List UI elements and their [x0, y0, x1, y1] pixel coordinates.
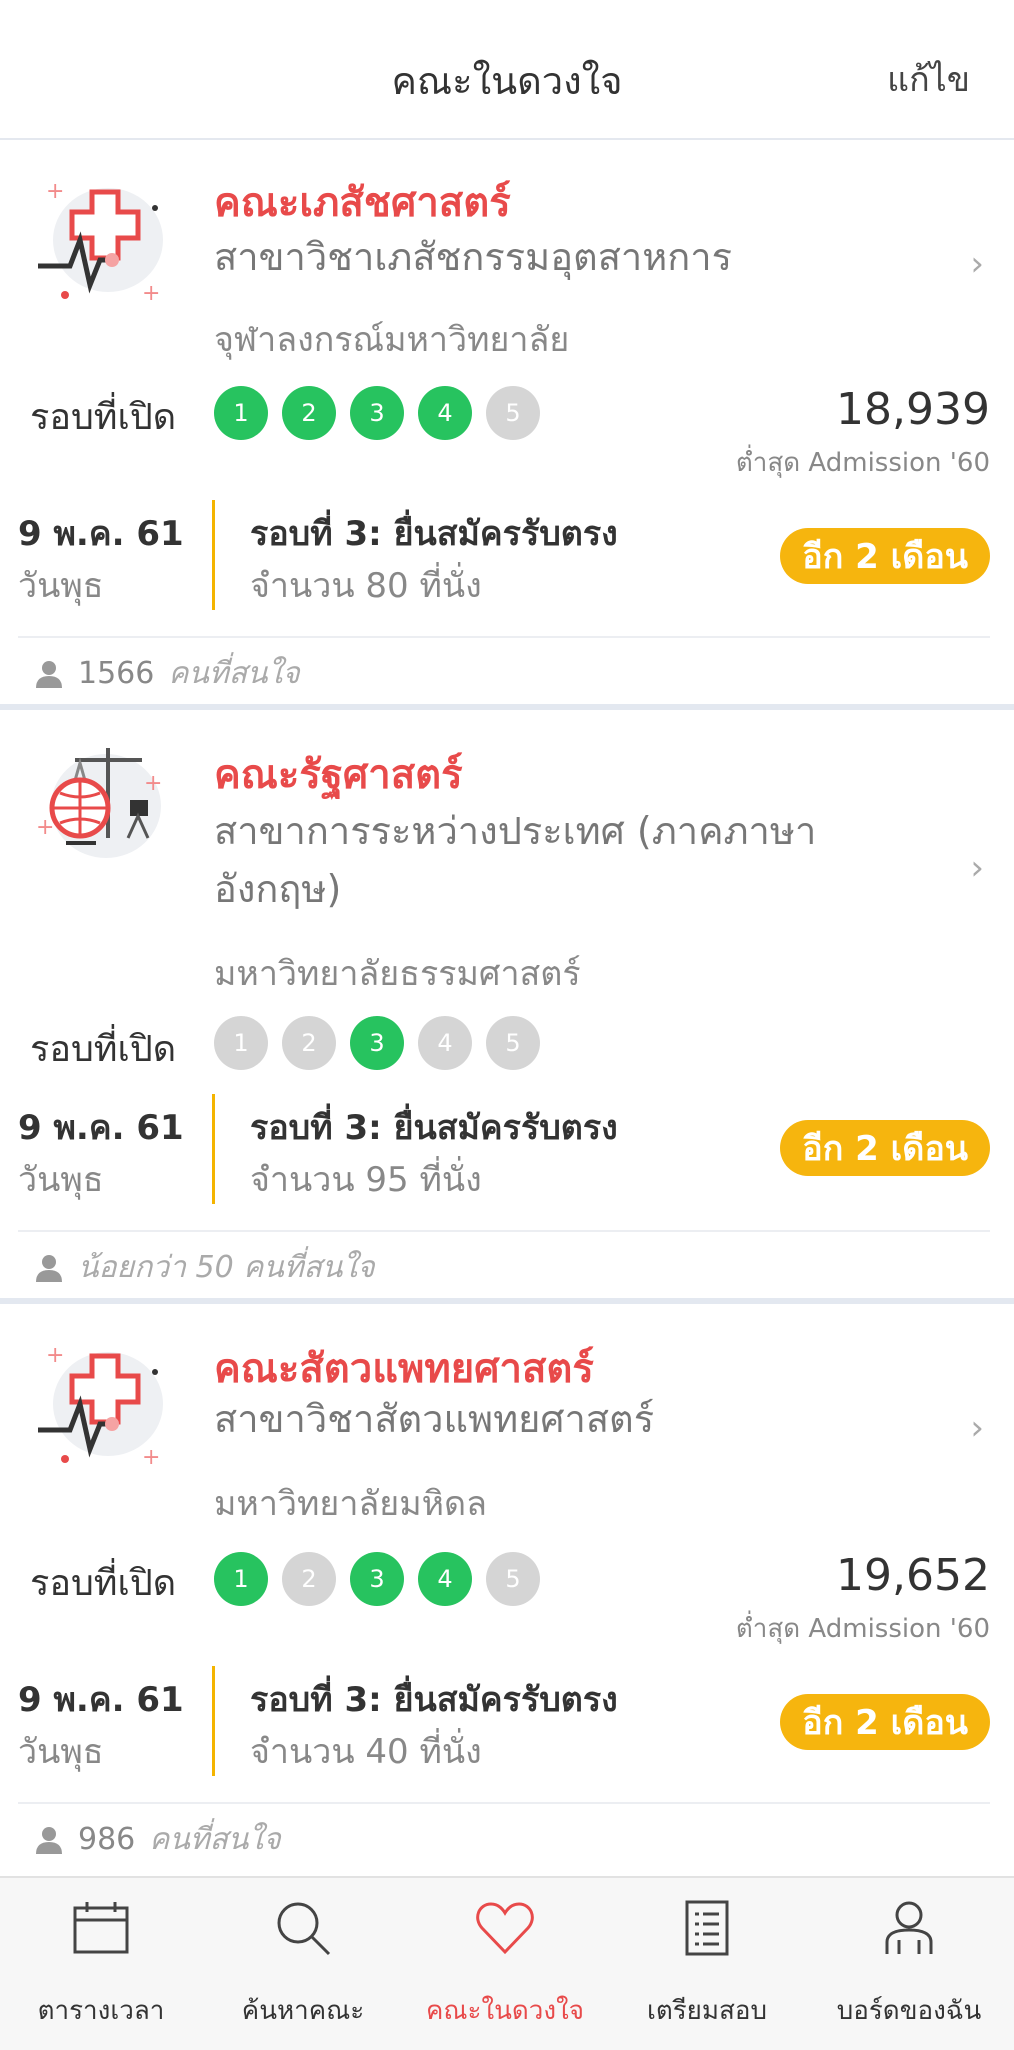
timeline-divider [212, 1666, 215, 1776]
application-date: 9 พ.ค. 61 [18, 1680, 184, 1720]
major-name: สาขาวิชาสัตวแพทยศาสตร์ [214, 1397, 655, 1441]
svg-text:+: + [144, 771, 162, 796]
divider [18, 1230, 990, 1232]
countdown-badge: อีก 2 เดือน [780, 1694, 990, 1750]
faculty-name: คณะรัฐศาสตร์ [214, 752, 463, 798]
divider [18, 636, 990, 638]
tab-label: เตรียมสอบ [646, 1996, 768, 2026]
political-science-icon: + + [36, 748, 162, 858]
min-score: 18,939 [836, 384, 990, 435]
major-name: สาขาวิชาเภสัชกรรมอุตสาหการ [214, 235, 733, 279]
calendar-icon [73, 1902, 129, 1954]
pharmacy-icon: + + [38, 179, 163, 306]
round-indicators: 1 2 3 4 5 [214, 386, 540, 440]
round-indicators: 1 2 3 4 5 [214, 1016, 540, 1070]
faculty-card[interactable]: + + คณะเภสัชศาสตร์ สาขาวิชาเภสัชกรรมอุตส… [0, 140, 1014, 710]
round-title: รอบที่ 3: ยื่นสมัครรับตรง [250, 514, 618, 554]
round-dot: 1 [214, 386, 268, 440]
svg-text:+: + [142, 1445, 160, 1470]
application-weekday: วันพุธ [18, 566, 104, 606]
tab-label: ตารางเวลา [37, 1996, 165, 2026]
rounds-label: รอบที่เปิด [30, 1563, 177, 1604]
interested-count: 1566 คนที่สนใจ [34, 650, 300, 697]
round-dot: 3 [350, 1552, 404, 1606]
round-dot: 4 [418, 1016, 472, 1070]
interested-count: น้อยกว่า 50 คนที่สนใจ [34, 1244, 375, 1291]
bottom-tab-bar: ตารางเวลา ค้นหาคณะ คณะในดวงใจ เตรียมสอบ [0, 1876, 1014, 2050]
chevron-right-icon[interactable]: › [970, 1408, 984, 1448]
person-icon [36, 1254, 62, 1282]
interested-number: 986 [78, 1822, 136, 1857]
svg-text:+: + [142, 281, 160, 306]
faculty-card[interactable]: + + คณะสัตวแพทยศาสตร์ สาขาวิชาสัตวแพทยศา… [0, 1304, 1014, 1876]
seat-count: จำนวน 95 ที่นั่ง [250, 1160, 482, 1200]
countdown-badge: อีก 2 เดือน [780, 1120, 990, 1176]
interested-number: 1566 [78, 656, 155, 691]
round-title: รอบที่ 3: ยื่นสมัครรับตรง [250, 1680, 618, 1720]
tab-label: คณะในดวงใจ [425, 1996, 585, 2026]
min-score-note: ต่ำสุด Admission '60 [735, 1614, 990, 1644]
svg-text:+: + [36, 815, 54, 840]
min-score-note: ต่ำสุด Admission '60 [735, 448, 990, 478]
user-board-icon [885, 1901, 933, 1954]
seat-count: จำนวน 80 ที่นั่ง [250, 566, 482, 606]
chevron-right-icon[interactable]: › [970, 244, 984, 284]
tab-label: ค้นหาคณะ [241, 1996, 365, 2026]
round-dot: 1 [214, 1552, 268, 1606]
tab-exam-prep[interactable]: เตรียมสอบ [606, 1878, 808, 2050]
application-weekday: วันพุธ [18, 1160, 104, 1200]
interested-label: คนที่สนใจ [168, 656, 300, 691]
major-name: สาขาการระหว่างประเทศ (ภาคภาษาอังกฤษ) [214, 809, 817, 911]
round-dot: 2 [282, 386, 336, 440]
application-date: 9 พ.ค. 61 [18, 514, 184, 554]
divider [18, 1802, 990, 1804]
page-title: คณะในดวงใจ [391, 59, 623, 103]
round-dot: 3 [350, 1016, 404, 1070]
round-dot: 5 [486, 386, 540, 440]
application-date: 9 พ.ค. 61 [18, 1108, 184, 1148]
round-dot: 3 [350, 386, 404, 440]
header-bar: คณะในดวงใจ แก้ไข [0, 0, 1014, 140]
rounds-label: รอบที่เปิด [30, 1029, 177, 1070]
faculty-name: คณะเภสัชศาสตร์ [214, 180, 511, 226]
interested-count: 986 คนที่สนใจ [34, 1816, 281, 1863]
round-dot: 4 [418, 1552, 472, 1606]
countdown-badge: อีก 2 เดือน [780, 528, 990, 584]
svg-text:+: + [46, 179, 64, 204]
interested-label: คนที่สนใจ [149, 1822, 281, 1857]
rounds-label: รอบที่เปิด [30, 397, 177, 438]
round-dot: 2 [282, 1552, 336, 1606]
edit-button[interactable]: แก้ไข [887, 52, 970, 106]
search-icon [277, 1902, 331, 1956]
heart-icon [476, 1902, 534, 1955]
tab-search[interactable]: ค้นหาคณะ [202, 1878, 404, 2050]
document-list-icon [685, 1900, 729, 1956]
person-icon [36, 660, 62, 688]
university-name: มหาวิทยาลัยธรรมศาสตร์ [214, 954, 581, 994]
round-title: รอบที่ 3: ยื่นสมัครรับตรง [250, 1108, 618, 1148]
min-score: 19,652 [836, 1550, 990, 1601]
tab-label: บอร์ดของฉัน [836, 1996, 982, 2026]
person-icon [36, 1826, 62, 1854]
svg-text:+: + [46, 1343, 64, 1368]
round-dot: 5 [486, 1552, 540, 1606]
tab-my-board[interactable]: บอร์ดของฉัน [808, 1878, 1010, 2050]
chevron-right-icon[interactable]: › [970, 848, 984, 888]
round-dot: 5 [486, 1016, 540, 1070]
university-name: จุฬาลงกรณ์มหาวิทยาลัย [214, 320, 570, 360]
tab-favorites[interactable]: คณะในดวงใจ [404, 1878, 606, 2050]
timeline-divider [212, 1094, 215, 1204]
university-name: มหาวิทยาลัยมหิดล [214, 1484, 487, 1524]
seat-count: จำนวน 40 ที่นั่ง [250, 1732, 482, 1772]
round-dot: 1 [214, 1016, 268, 1070]
round-dot: 4 [418, 386, 472, 440]
timeline-divider [212, 500, 215, 610]
round-dot: 2 [282, 1016, 336, 1070]
interested-label: น้อยกว่า 50 คนที่สนใจ [78, 1250, 375, 1285]
faculty-card[interactable]: + + คณะรัฐศาสตร์ สาขาการระหว่างประเทศ (ภ… [0, 710, 1014, 1304]
application-weekday: วันพุธ [18, 1732, 104, 1772]
round-indicators: 1 2 3 4 5 [214, 1552, 540, 1606]
tab-schedule[interactable]: ตารางเวลา [0, 1878, 202, 2050]
veterinary-icon: + + [38, 1343, 163, 1470]
